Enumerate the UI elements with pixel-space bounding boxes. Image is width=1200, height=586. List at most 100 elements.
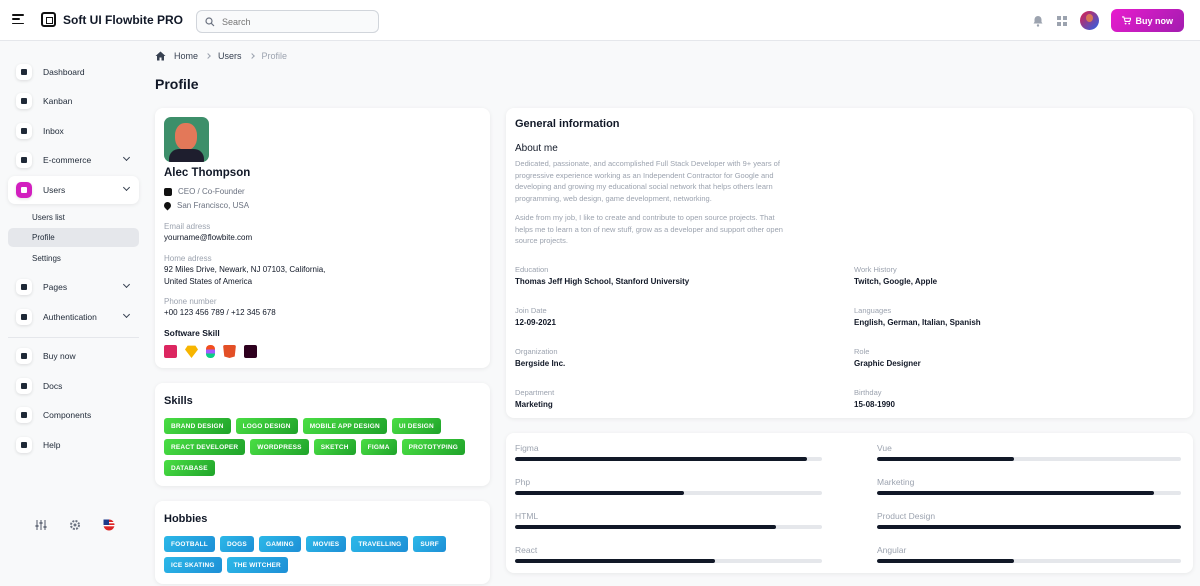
skill-bar-fill [515,491,684,495]
search-box[interactable] [196,10,379,33]
docs-icon [16,378,32,394]
bell-icon[interactable] [1032,15,1044,27]
skill-bar-label: Php [515,477,531,487]
sidebar-item-help[interactable]: Help [8,431,139,459]
skill-tag[interactable]: BRAND DESIGN [164,418,231,434]
skill-tag[interactable]: WORDPRESS [250,439,309,455]
sidebar-item-users[interactable]: Users [8,176,139,204]
sidebar-divider [8,337,139,338]
skill-tag[interactable]: DATABASE [164,460,215,476]
hobby-tag[interactable]: DOGS [219,536,254,552]
users-icon [16,182,32,198]
ecommerce-icon [16,152,32,168]
hobby-tag[interactable]: FOOTBALL [164,536,215,552]
field-value: English, German, Italian, Spanish [854,318,981,327]
hobby-tag[interactable]: MOVIES [305,536,347,552]
field-label: Languages [854,306,892,315]
chevron-down-icon [122,183,131,192]
skill-levels-card: Figma Vue Php Marketing HTML Product Des… [506,433,1193,573]
sidebar-item-docs[interactable]: Docs [8,372,139,400]
buy-now-button[interactable]: Buy now [1110,9,1184,32]
skill-bar-label: Product Design [877,511,936,521]
skill-bar [515,457,822,461]
skill-bar [515,525,822,529]
sidebar-subitem-users-list[interactable]: Users list [8,208,139,227]
field-label: Birthday [854,388,882,397]
sidebar-item-pages[interactable]: Pages [8,273,139,301]
sidebar-item-label: Components [43,410,92,420]
about-p1-line: developing and growing my educational so… [515,182,773,191]
search-input[interactable] [222,16,362,27]
software-skill-icons [164,345,257,358]
html5-icon [223,345,236,358]
sidebar-item-dashboard[interactable]: Dashboard [8,58,139,86]
gear-icon[interactable] [69,519,81,531]
inbox-icon [16,123,32,139]
location-pin-icon [162,200,173,211]
language-flag-icon[interactable] [103,519,115,531]
invision-icon [164,345,177,358]
about-me-title: About me [515,143,558,154]
email-value: yourname@flowbite.com [164,233,253,242]
hobby-tag[interactable]: THE WITCHER [226,557,288,573]
home-address-line1: 92 Miles Drive, Newark, NJ 07103, Califo… [164,265,326,274]
hobbies-title: Hobbies [164,513,208,525]
hobby-tag[interactable]: GAMING [258,536,301,552]
authentication-icon [16,309,32,325]
field-label: Role [854,347,870,356]
menu-toggle-icon[interactable] [12,14,24,24]
figma-icon [206,345,215,358]
app-logo[interactable]: Soft UI Flowbite PRO [41,12,183,27]
sidebar: Dashboard Kanban Inbox E-commerce Users … [0,41,145,586]
skill-bar [877,525,1181,529]
skill-bar-label: HTML [515,511,539,521]
sidebar-item-kanban[interactable]: Kanban [8,87,139,115]
skill-bar-fill [877,457,1014,461]
field-label: Education [515,265,549,274]
skill-tag[interactable]: MOBILE APP DESIGN [302,418,387,434]
sidebar-subitem-profile[interactable]: Profile [8,228,139,247]
sidebar-item-authentication[interactable]: Authentication [8,303,139,331]
skill-tag[interactable]: REACT DEVELOPER [164,439,246,455]
skill-bar-fill [515,457,807,461]
skill-tag[interactable]: LOGO DESIGN [235,418,298,434]
skills-title: Skills [164,395,193,407]
sidebar-item-ecommerce[interactable]: E-commerce [8,146,139,174]
skill-tag[interactable]: UI DESIGN [391,418,441,434]
briefcase-icon [164,187,172,196]
skill-tag[interactable]: FIGMA [360,439,397,455]
adobe-xd-icon [244,345,257,358]
page-title: Profile [155,76,199,92]
about-p1-line: progressive experience working as an Ind… [515,170,774,180]
hobby-tag[interactable]: SURF [413,536,446,552]
home-address-label: Home adress [164,254,212,263]
skill-tag[interactable]: SKETCH [313,439,356,455]
sidebar-item-inbox[interactable]: Inbox [8,117,139,145]
sidebar-item-buy-now[interactable]: Buy now [8,342,139,370]
skill-bar-fill [877,525,1181,529]
sidebar-item-components[interactable]: Components [8,401,139,429]
skill-bar-label: Figma [515,443,539,453]
sliders-icon[interactable] [35,519,47,531]
skill-tag[interactable]: PROTOTYPING [401,439,466,455]
hobby-tag[interactable]: ICE SKATING [164,557,222,573]
user-avatar[interactable] [1079,11,1099,30]
skill-bar [877,457,1181,461]
sidebar-subitem-settings[interactable]: Settings [8,249,139,268]
field-label: Department [515,388,555,397]
about-paragraph-2: Aside from my job, I like to create and … [515,212,805,247]
apps-grid-icon[interactable] [1056,15,1068,27]
field-value: Marketing [515,400,553,409]
breadcrumb-home[interactable]: Home [174,51,198,61]
skill-bar-fill [877,559,1014,563]
sidebar-item-label: E-commerce [43,155,92,165]
breadcrumb-users[interactable]: Users [218,51,242,61]
skill-bar [515,559,822,563]
home-icon[interactable] [155,51,166,61]
field-value: 12-09-2021 [515,318,556,327]
dashboard-icon [16,64,32,80]
field-value: Bergside Inc. [515,359,566,368]
skill-bar-label: Marketing [877,477,915,487]
pages-icon [16,279,32,295]
hobby-tag[interactable]: TRAVELLING [351,536,409,552]
